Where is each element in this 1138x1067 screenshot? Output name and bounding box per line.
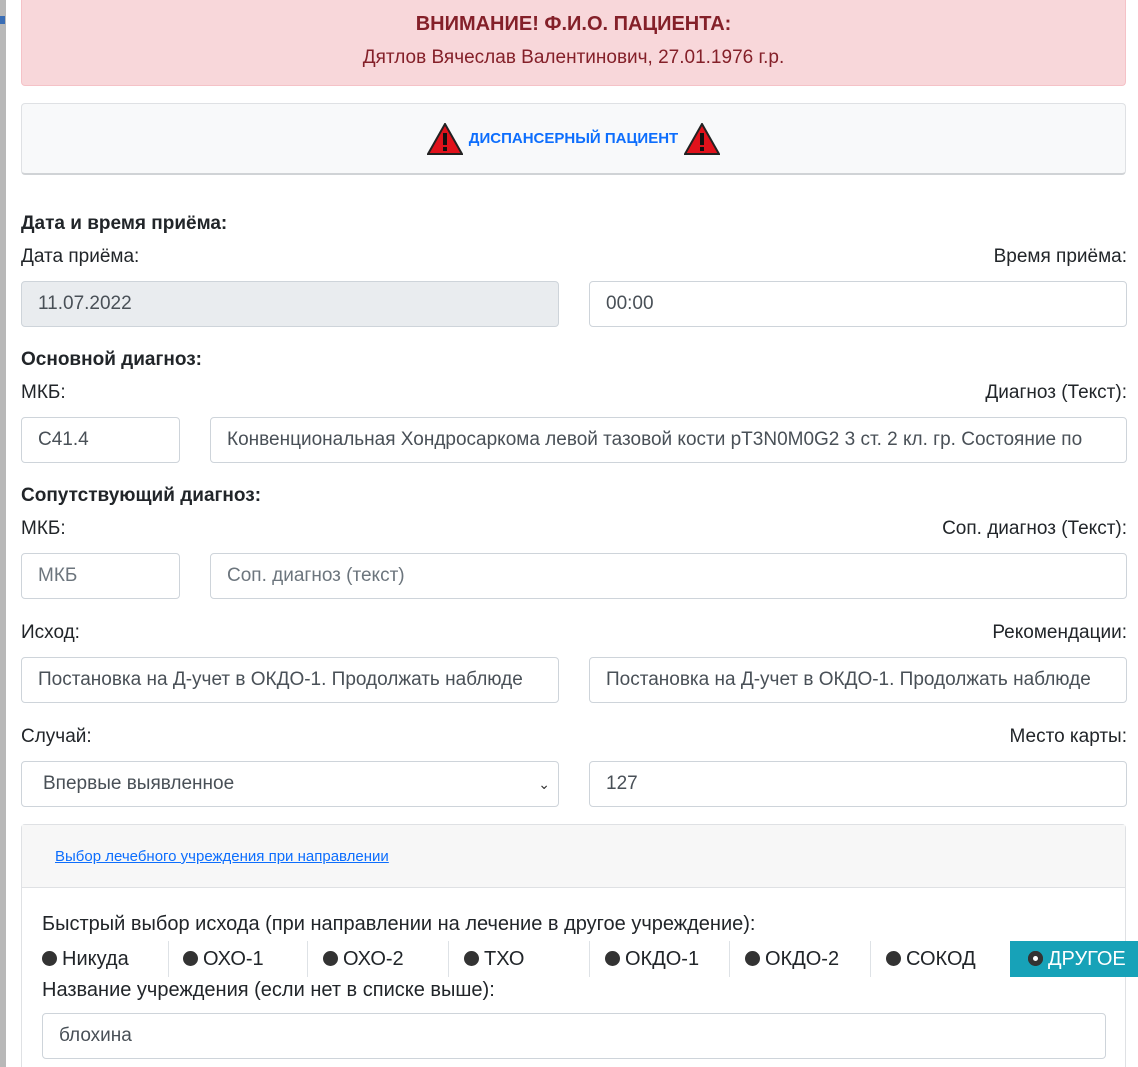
warning-triangle-icon [426,122,463,155]
recommendations-input[interactable]: Постановка на Д-учет в ОКДО-1. Продолжат… [589,657,1127,703]
radio-label: ОХО-1 [203,948,264,970]
radio-label: ОКДО-2 [765,948,840,970]
date-label: Дата приёма: [21,246,140,267]
alert-patient-name: Дятлов Вячеслав Валентинович, 27.01.1976… [362,47,785,68]
diagnosis-text-label: Диагноз (Текст): [985,382,1127,403]
radio-label: ОХО-2 [343,948,404,970]
radio-label: Никуда [62,948,129,970]
radio-okdo1[interactable]: ОКДО-1 [605,941,730,977]
case-select-value: Впервые выявленное [43,773,235,794]
left-window-edge [0,0,6,1067]
referral-card-header: Выбор лечебного учреждения при направлен… [22,825,1125,888]
institution-name-input[interactable]: блохина [42,1013,1106,1059]
visit-section-title: Дата и время приёма: [21,213,228,234]
case-select[interactable]: Впервые выявленное ⌄ [21,761,559,807]
secondary-text-input[interactable]: Соп. диагноз (текст) [210,553,1127,599]
radio-oho2[interactable]: ОХО-2 [323,941,449,977]
time-input[interactable]: 00:00 [589,281,1127,327]
radio-nowhere[interactable]: Никуда [42,941,169,977]
radio-dot-icon [323,951,338,966]
patient-alert: ВНИМАНИЕ! Ф.И.О. ПАЦИЕНТА: Дятлов Вячесл… [21,0,1126,86]
radio-label: ОКДО-1 [625,948,700,970]
card-location-label: Место карты: [1009,726,1127,747]
radio-label: ДРУГОЕ [1048,948,1126,970]
institution-name-label: Название учреждения (если нет в списке в… [42,979,495,1001]
secondary-icd-input[interactable]: МКБ [21,553,180,599]
radio-dot-icon [42,951,57,966]
icd-label: МКБ: [21,382,66,403]
card-location-input[interactable]: 127 [589,761,1127,807]
diagnosis-text-input[interactable]: Конвенциональная Хондросаркома левой таз… [210,417,1127,463]
referral-institution-link[interactable]: Выбор лечебного учреждения при направлен… [55,848,389,865]
recommendations-label: Рекомендации: [992,622,1127,643]
radio-dot-icon [605,951,620,966]
radio-sokod[interactable]: СОКОД [886,941,996,977]
outcome-label: Исход: [21,622,80,643]
dispensary-banner: ДИСПАНСЕРНЫЙ ПАЦИЕНТ [21,103,1126,175]
radio-oho1[interactable]: ОХО-1 [183,941,308,977]
radio-selected-icon [1028,951,1043,966]
radio-tho[interactable]: ТХО [464,941,590,977]
radio-okdo2[interactable]: ОКДО-2 [745,941,871,977]
secondary-icd-label: МКБ: [21,518,66,539]
alert-title: ВНИМАНИЕ! Ф.И.О. ПАЦИЕНТА: [415,13,732,35]
main-diagnosis-title: Основной диагноз: [21,349,202,370]
radio-other[interactable]: ДРУГОЕ [1010,941,1138,977]
edge-marker [0,16,5,24]
radio-label: ТХО [484,948,525,970]
outcome-input[interactable]: Постановка на Д-учет в ОКДО-1. Продолжат… [21,657,559,703]
radio-dot-icon [886,951,901,966]
radio-label: СОКОД [906,948,976,970]
date-input[interactable]: 11.07.2022 [21,281,559,327]
secondary-diagnosis-title: Сопутствующий диагноз: [21,485,262,506]
dispensary-label: ДИСПАНСЕРНЫЙ ПАЦИЕНТ [468,130,679,147]
radio-dot-icon [464,951,479,966]
secondary-text-label: Соп. диагноз (Текст): [942,518,1127,539]
quick-select-label: Быстрый выбор исхода (при направлении на… [42,913,756,935]
radio-dot-icon [183,951,198,966]
radio-dot-icon [745,951,760,966]
warning-triangle-icon [684,122,721,155]
chevron-down-icon: ⌄ [538,776,550,792]
outcome-radio-group: Никуда ОХО-1 ОХО-2 ТХО ОКДО-1 ОКДО-2 СОК… [0,941,1138,981]
icd-input[interactable]: C41.4 [21,417,180,463]
time-label: Время приёма: [993,246,1127,267]
case-label: Случай: [21,726,92,747]
